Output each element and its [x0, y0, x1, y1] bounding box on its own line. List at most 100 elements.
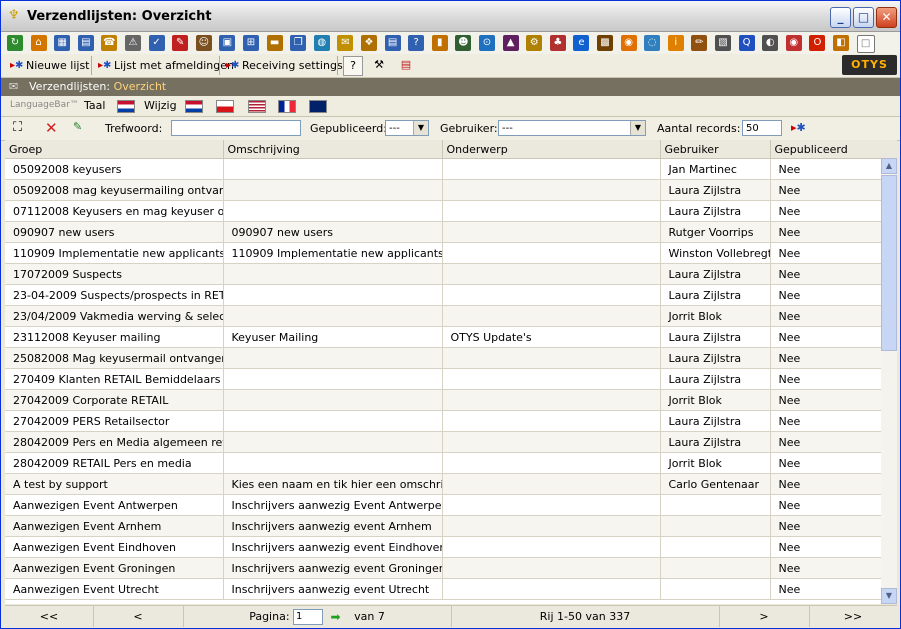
- table-row[interactable]: 270409 Klanten RETAIL Bemiddelaars Laura …: [5, 368, 881, 390]
- refresh-icon[interactable]: ↻: [7, 35, 23, 51]
- globe-icon[interactable]: ◍: [313, 35, 330, 51]
- tasks-icon[interactable]: ✓: [148, 35, 165, 51]
- table-row[interactable]: 05092008 mag keyusermailing ontvanger Lau…: [5, 179, 881, 201]
- go-arrow-icon[interactable]: ➡: [331, 607, 341, 628]
- search-icon[interactable]: ⛶: [13, 120, 22, 135]
- help-icon[interactable]: ?: [408, 35, 425, 51]
- scroll-thumb[interactable]: [881, 175, 897, 351]
- page-input[interactable]: 1: [293, 609, 324, 625]
- settings-icon[interactable]: ⚙: [526, 35, 543, 51]
- flag-nl-icon[interactable]: [117, 100, 135, 113]
- pen-icon[interactable]: ✏: [691, 35, 708, 51]
- home-icon[interactable]: ⌂: [30, 35, 47, 51]
- apply-filter-icon[interactable]: ▸✱: [791, 121, 806, 134]
- table-row[interactable]: 27042009 PERS Retailsector Laura Zijlstra…: [5, 410, 881, 432]
- table-cell: [223, 179, 443, 201]
- flag-cz-icon[interactable]: [216, 100, 234, 113]
- book-icon[interactable]: ▲: [502, 35, 519, 51]
- user-icon[interactable]: ☻: [455, 35, 472, 51]
- table-row[interactable]: A test by support Kies een naam en tik hi…: [5, 473, 881, 495]
- flag-fr-icon[interactable]: [278, 100, 296, 113]
- column-header[interactable]: Omschrijving: [223, 140, 443, 159]
- gear-icon[interactable]: ◐: [762, 35, 779, 51]
- first-page-button[interactable]: <<: [5, 606, 94, 627]
- table-row[interactable]: 23/04/2009 Vakmedia werving & selectie Jo…: [5, 305, 881, 327]
- notes-icon[interactable]: ✎: [172, 35, 189, 51]
- q-icon[interactable]: Q: [738, 35, 755, 51]
- org-chart-icon[interactable]: ⊞: [243, 35, 259, 51]
- archive-icon[interactable]: ▩: [597, 35, 613, 51]
- gepubliceerd-select[interactable]: --- ▼: [385, 120, 429, 136]
- o-icon[interactable]: O: [809, 35, 826, 51]
- checkbox-icon[interactable]: □: [856, 35, 875, 53]
- scroll-up-button[interactable]: ▲: [881, 158, 897, 174]
- last-page-button[interactable]: >>: [809, 606, 897, 627]
- contacts-icon[interactable]: ☎: [101, 35, 118, 51]
- chart-icon[interactable]: ▮: [431, 35, 448, 51]
- scroll-down-button[interactable]: ▼: [881, 588, 897, 604]
- table-cell: Rutger Voorrips: [660, 221, 771, 243]
- previous-page-button[interactable]: <: [93, 606, 184, 627]
- package-icon[interactable]: ❖: [361, 35, 377, 51]
- table-row[interactable]: Aanwezigen Event Eindhoven Inschrijvers a…: [5, 536, 881, 558]
- table-row[interactable]: 110909 Implementatie new applicants 11090…: [5, 242, 881, 264]
- mail-icon[interactable]: ✉: [337, 35, 354, 51]
- folder-icon[interactable]: ▬: [266, 35, 283, 51]
- document-icon[interactable]: ▣: [219, 35, 236, 51]
- clear-icon[interactable]: ✕: [45, 119, 58, 137]
- trefwoord-input[interactable]: [171, 120, 301, 136]
- info-icon[interactable]: i: [667, 35, 684, 51]
- chat-icon[interactable]: ◌: [644, 35, 661, 51]
- help-button[interactable]: ?: [343, 56, 363, 76]
- table-row[interactable]: Aanwezigen Event Groningen Inschrijvers a…: [5, 557, 881, 579]
- ie-icon[interactable]: e: [573, 35, 590, 51]
- flag-nl-icon[interactable]: [185, 100, 203, 113]
- eraser-icon[interactable]: ◧: [833, 35, 849, 51]
- table-row[interactable]: Aanwezigen Event Utrecht Inschrijvers aan…: [5, 578, 881, 600]
- column-header[interactable]: Onderwerp: [442, 140, 661, 159]
- gebruiker-select[interactable]: --- ▼: [498, 120, 646, 136]
- flag-us-icon[interactable]: [248, 100, 266, 113]
- magnifier-icon[interactable]: ⊙: [479, 35, 495, 51]
- table-row[interactable]: 28042009 RETAIL Pers en media Jorrit Blok…: [5, 452, 881, 474]
- table-row[interactable]: 27042009 Corporate RETAIL Jorrit Blok Nee: [5, 389, 881, 411]
- group-icon[interactable]: ♣: [549, 35, 566, 51]
- edit-icon[interactable]: ✎: [73, 120, 82, 133]
- table-row[interactable]: 25082008 Mag keyusermail ontvangen Laura …: [5, 347, 881, 369]
- close-button[interactable]: ✕: [876, 7, 897, 28]
- calendar-icon[interactable]: ▦: [54, 35, 71, 51]
- aantal-records-input[interactable]: 50: [742, 120, 782, 136]
- new-list-button[interactable]: ▸✱ Nieuwe lijst: [7, 56, 90, 75]
- table-row[interactable]: 28042009 Pers en Media algemeen retaill L…: [5, 431, 881, 453]
- table-row[interactable]: 07112008 Keyusers en mag keyuser ont Laur…: [5, 200, 881, 222]
- shield-icon[interactable]: ◉: [785, 35, 802, 51]
- report-icon[interactable]: ▤: [397, 56, 415, 74]
- next-page-button[interactable]: >: [719, 606, 810, 627]
- wijzig-link[interactable]: Wijzig: [144, 99, 177, 112]
- table-row[interactable]: 090907 new users 090907 new users Rutger V…: [5, 221, 881, 243]
- unsubscribe-list-button[interactable]: ▸✱ Lijst met afmeldingen: [95, 56, 234, 75]
- minimize-button[interactable]: _: [830, 7, 851, 28]
- table-row[interactable]: 05092008 keyusers Jan Martinec Nee: [5, 158, 881, 180]
- tools-icon[interactable]: ⚒: [370, 56, 388, 74]
- person-icon[interactable]: ☺: [195, 35, 212, 51]
- maximize-button[interactable]: □: [853, 7, 874, 28]
- files-icon[interactable]: ❐: [290, 35, 307, 51]
- alert-icon[interactable]: ⚠: [125, 35, 141, 51]
- doc-icon[interactable]: ▧: [715, 35, 731, 51]
- rss-icon[interactable]: ◉: [620, 35, 637, 51]
- table-row[interactable]: 23112008 Keyuser mailing Keyuser Mailing O…: [5, 326, 881, 348]
- table-row[interactable]: Aanwezigen Event Arnhem Inschrijvers aanw…: [5, 515, 881, 537]
- table-row[interactable]: 23-04-2009 Suspects/prospects in RETA Lau…: [5, 284, 881, 306]
- table-row[interactable]: Aanwezigen Event Antwerpen Inschrijvers a…: [5, 494, 881, 516]
- vertical-scrollbar[interactable]: ▲ ▼: [881, 158, 897, 604]
- breadcrumb-root[interactable]: Verzendlijsten: [29, 80, 106, 93]
- table-row[interactable]: 17072009 Suspects Laura Zijlstra Nee: [5, 263, 881, 285]
- clipboard-icon[interactable]: ▤: [384, 35, 401, 51]
- receiving-settings-button[interactable]: ▸✱ Receiving settings: [223, 56, 343, 75]
- column-header[interactable]: Gepubliceerd: [770, 140, 881, 159]
- flag-uk-icon[interactable]: [309, 100, 327, 113]
- column-header[interactable]: Groep: [5, 140, 224, 159]
- column-header[interactable]: Gebruiker: [660, 140, 771, 159]
- schedule-icon[interactable]: ▤: [77, 35, 94, 51]
